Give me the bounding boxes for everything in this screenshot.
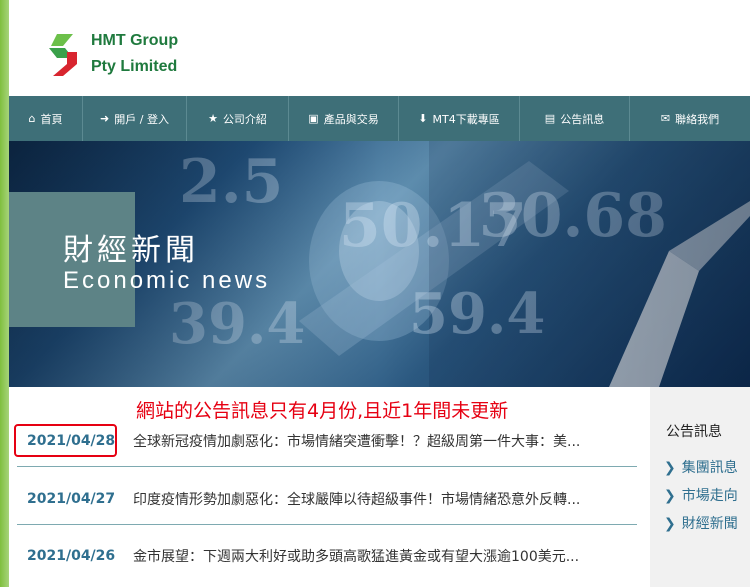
nav-contact-us[interactable]: ✉ 聯絡我們 — [630, 96, 750, 141]
sidebar-item-market-trend[interactable]: ❯ 市場走向 — [664, 485, 738, 505]
date-highlight-box — [14, 424, 117, 457]
nav-label: 公告訊息 — [560, 112, 605, 126]
nav-products-trading[interactable]: ▣ 產品與交易 — [289, 96, 399, 141]
banner-subtitle: Economic news — [63, 267, 271, 294]
news-headline-link[interactable]: 金市展望：下週兩大利好或助多頭高歌猛進黃金或有望大漲逾100美元... — [133, 546, 613, 566]
home-icon: ⌂ — [28, 112, 36, 125]
chevron-right-icon: ❯ — [664, 488, 676, 504]
nav-account-login[interactable]: ➜ 開戶 / 登入 — [83, 96, 187, 141]
hero-banner: 2.5 50.17 30.68 39.4 59.4 財經新聞 Economic … — [9, 141, 750, 387]
nav-label: 聯絡我們 — [675, 112, 720, 126]
sidebar-title: 公告訊息 — [666, 424, 722, 440]
nav-label: 產品與交易 — [323, 112, 379, 126]
chevron-right-icon: ❯ — [664, 516, 676, 532]
news-row[interactable]: 2021/04/26 金市展望：下週兩大利好或助多頭高歌猛進黃金或有望大漲逾10… — [17, 531, 637, 581]
newspaper-icon: ▤ — [544, 112, 556, 125]
nav-label: MT4下載專區 — [432, 112, 500, 126]
nav-mt4-download[interactable]: ⬇ MT4下載專區 — [399, 96, 520, 141]
sidebar-item-label: 財經新聞 — [681, 516, 738, 532]
nav-company-intro[interactable]: ★ 公司介紹 — [187, 96, 289, 141]
left-accent-bar — [0, 0, 9, 587]
login-icon: ➜ — [100, 112, 110, 125]
news-row[interactable]: 2021/04/27 印度疫情形勢加劇惡化：全球嚴陣以待超級事件！市場情緒恐意外… — [17, 474, 637, 525]
brand-line-2: Pty Limited — [91, 58, 178, 75]
news-date: 2021/04/27 — [27, 491, 116, 507]
nav-home[interactable]: ⌂ 首頁 — [9, 96, 83, 141]
sidebar-item-label: 市場走向 — [681, 488, 738, 504]
site-header: HMT Group Pty Limited — [9, 0, 750, 96]
nav-label: 開戶 / 登入 — [114, 112, 169, 126]
news-headline-link[interactable]: 印度疫情形勢加劇惡化：全球嚴陣以待超級事件！市場情緒恐意外反轉... — [133, 489, 613, 509]
briefcase-icon: ▣ — [308, 112, 319, 125]
envelope-icon: ✉ — [660, 112, 671, 125]
banner-title: 財經新聞 — [63, 233, 199, 268]
star-icon: ★ — [208, 112, 218, 125]
chevron-right-icon: ❯ — [664, 460, 676, 476]
sidebar-item-group-news[interactable]: ❯ 集團訊息 — [664, 457, 738, 477]
sidebar-item-financial-news[interactable]: ❯ 財經新聞 — [664, 513, 738, 533]
nav-label: 公司介紹 — [222, 112, 267, 126]
main-navigation: ⌂ 首頁 ➜ 開戶 / 登入 ★ 公司介紹 ▣ 產品與交易 ⬇ MT4下載專區 … — [9, 96, 750, 141]
news-date: 2021/04/26 — [27, 548, 116, 564]
nav-label: 首頁 — [40, 112, 63, 126]
brand-line-1: HMT Group — [91, 32, 179, 49]
company-logo[interactable] — [43, 30, 83, 80]
nav-announcements[interactable]: ▤ 公告訊息 — [520, 96, 630, 141]
announcement-sidebar: 公告訊息 ❯ 集團訊息 ❯ 市場走向 ❯ 財經新聞 — [650, 387, 750, 587]
brand-name[interactable]: HMT Group Pty Limited — [91, 28, 178, 80]
download-icon: ⬇ — [418, 112, 428, 125]
news-headline-link[interactable]: 全球新冠疫情加劇惡化：市場情緒突遭衝擊！？超級周第一件大事：美... — [133, 431, 613, 451]
sidebar-item-label: 集團訊息 — [681, 460, 738, 476]
